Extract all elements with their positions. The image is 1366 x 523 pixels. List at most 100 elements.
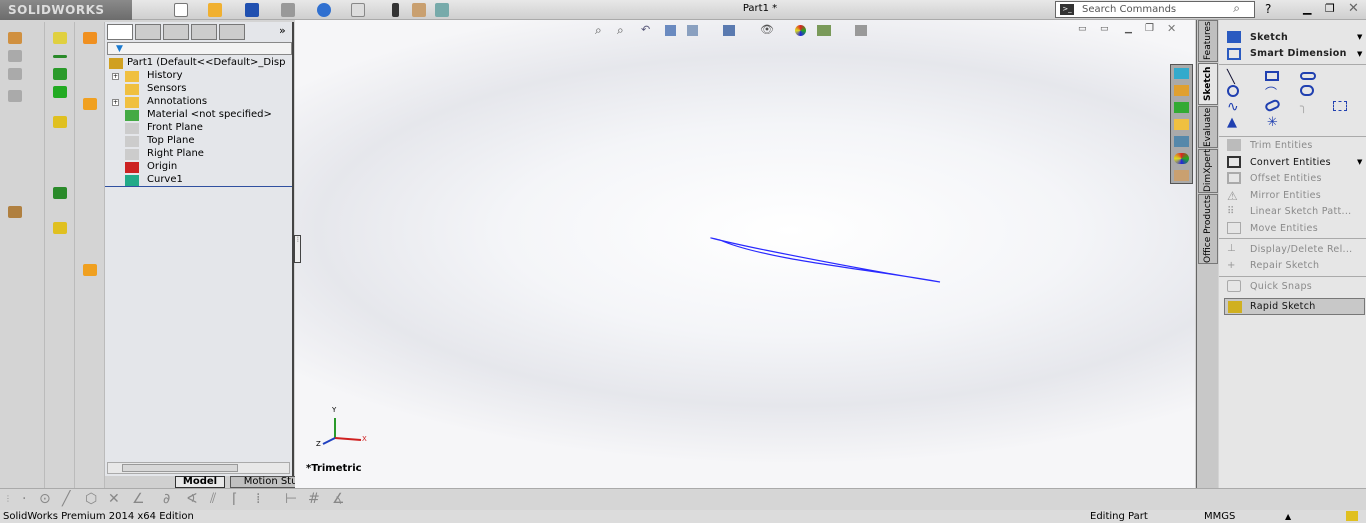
tree-node[interactable]: Annotations (147, 96, 207, 107)
mate-icon[interactable] (53, 116, 67, 128)
display-style-icon[interactable] (723, 25, 735, 36)
custom-properties-icon[interactable] (1174, 170, 1189, 181)
sketch-button[interactable]: Sketch (1250, 32, 1288, 43)
smart-dimension-button[interactable]: Smart Dimension (1250, 48, 1347, 59)
file-explorer-icon[interactable] (1174, 119, 1189, 130)
chevron-up-icon[interactable]: ▲ (1285, 510, 1291, 523)
rapid-sketch-button[interactable]: Rapid Sketch (1224, 298, 1365, 315)
file-properties-icon[interactable] (412, 3, 426, 17)
sketch-text-box-icon[interactable] (1333, 101, 1347, 111)
quick-snaps-button[interactable]: Quick Snaps (1250, 281, 1312, 292)
tab-property-manager[interactable] (135, 24, 161, 40)
graphics-area[interactable]: Y X Z *Trimetric ⌕ ⌕ ↶ 👁 ▭ ▭ ▁ ❐ ✕ (295, 20, 1195, 488)
tab-sketch[interactable]: Sketch (1198, 63, 1218, 105)
tab-dimxpert-manager[interactable] (191, 24, 217, 40)
horizontal-dimension-icon[interactable]: ⊢ (285, 492, 297, 506)
tree-node[interactable]: Curve1 (147, 174, 183, 185)
line-icon[interactable]: ╲ (1227, 70, 1235, 85)
expand-icon[interactable]: + (112, 99, 119, 106)
new-icon[interactable] (174, 3, 188, 17)
surface-offset-icon[interactable] (83, 98, 97, 110)
section-view-icon[interactable] (665, 25, 676, 36)
design-library-icon[interactable] (1174, 102, 1189, 113)
previous-view-icon[interactable]: ↶ (641, 23, 650, 36)
toolbar-grip[interactable]: ⋮ (4, 492, 12, 506)
mirror-entities-button[interactable]: Mirror Entities (1250, 190, 1321, 201)
select-icon[interactable] (351, 3, 365, 17)
circle-icon[interactable] (1227, 85, 1239, 97)
extrude-icon[interactable] (8, 32, 22, 44)
perpendicular-icon[interactable]: ∢ (186, 492, 198, 506)
repair-sketch-button[interactable]: Repair Sketch (1250, 260, 1319, 271)
minimize-icon[interactable]: ▁ (1303, 2, 1311, 15)
tree-node[interactable]: Origin (147, 161, 177, 172)
move-entities-button[interactable]: Move Entities (1250, 223, 1318, 234)
tab-display-manager[interactable] (219, 24, 245, 40)
doc-restore-icon[interactable]: ❐ (1145, 23, 1154, 34)
chevron-down-icon[interactable]: ▼ (1357, 33, 1362, 41)
point-icon[interactable]: · (22, 492, 26, 506)
circle-icon[interactable]: ⊙ (39, 492, 51, 506)
split-view-icon[interactable]: ▭ (1078, 24, 1087, 34)
rebuild-icon[interactable] (392, 3, 399, 17)
view-palette-icon[interactable] (1174, 136, 1189, 147)
tab-dimxpert[interactable]: DimXpert (1198, 149, 1218, 193)
undo-icon[interactable] (317, 3, 331, 17)
trim-icon[interactable]: ✕ (108, 492, 120, 506)
doc-close-icon[interactable]: ✕ (1167, 22, 1176, 35)
point-icon[interactable]: ✳ (1267, 115, 1278, 130)
chevron-down-icon[interactable]: ▼ (1357, 50, 1362, 58)
offset-entities-button[interactable]: Offset Entities (1250, 173, 1322, 184)
tree-node[interactable]: Sensors (147, 83, 187, 94)
solidworks-resources-icon[interactable] (1174, 68, 1189, 79)
chevron-down-icon[interactable]: ▼ (1357, 158, 1362, 166)
linear-sketch-pattern-button[interactable]: Linear Sketch Patt... (1250, 206, 1352, 217)
view-orientation-icon[interactable] (687, 25, 698, 36)
view-settings-icon[interactable] (855, 25, 867, 36)
rollback-bar[interactable] (105, 186, 292, 187)
vertical-icon[interactable]: ⁞ (256, 492, 260, 506)
polygon-icon[interactable] (1300, 85, 1314, 96)
tree-node[interactable]: Front Plane (147, 122, 203, 133)
options-icon[interactable] (435, 3, 449, 17)
tab-feature-manager[interactable] (107, 24, 133, 40)
tab-configuration-manager[interactable] (163, 24, 189, 40)
plane-icon[interactable] (53, 32, 67, 44)
expand-more-icon[interactable]: » (279, 24, 286, 37)
tree-horizontal-scrollbar[interactable] (107, 462, 290, 474)
open-icon[interactable] (208, 3, 222, 17)
sweep-icon[interactable] (8, 68, 22, 80)
surface-fill-icon[interactable] (83, 264, 97, 276)
appearances-icon[interactable] (1174, 153, 1189, 164)
tree-node[interactable]: Top Plane (147, 135, 194, 146)
rectangle-icon[interactable] (1265, 71, 1279, 81)
print-icon[interactable] (281, 3, 295, 17)
restore-icon[interactable]: ❐ (1325, 2, 1335, 15)
tab-model[interactable]: Model (175, 476, 225, 488)
display-delete-relations-button[interactable]: Display/Delete Rel... (1250, 244, 1352, 255)
polygon-icon[interactable]: ⬡ (85, 492, 97, 506)
fillet-icon[interactable]: ╮ (1300, 99, 1307, 113)
tab-features[interactable]: Features (1198, 20, 1218, 62)
grid-icon[interactable]: # (308, 492, 320, 506)
slot-icon[interactable] (1300, 72, 1316, 80)
convert-entities-button[interactable]: Convert Entities (1250, 157, 1331, 168)
expand-icon[interactable]: + (112, 73, 119, 80)
tab-evaluate[interactable]: Evaluate (1198, 106, 1218, 148)
line-icon[interactable]: ╱ (62, 492, 70, 506)
search-input[interactable]: >_ ⌕ Search Commands (1055, 1, 1255, 18)
tree-node[interactable]: Right Plane (147, 148, 204, 159)
trim-entities-button[interactable]: Trim Entities (1250, 140, 1313, 151)
zoom-to-fit-icon[interactable]: ⌕ (595, 23, 602, 38)
tree-node[interactable]: Material <not specified> (147, 109, 272, 120)
angle-line-icon[interactable]: ∠ (132, 492, 145, 506)
rebuild-status-icon[interactable] (1346, 511, 1358, 521)
text-icon[interactable]: ▲ (1227, 115, 1237, 130)
curve-tool-icon[interactable] (53, 187, 67, 199)
loft-icon[interactable] (8, 90, 22, 102)
save-icon[interactable] (245, 3, 259, 17)
doc-minimize-icon[interactable]: ▁ (1125, 24, 1132, 34)
reference-icon[interactable] (8, 206, 22, 218)
zoom-area-icon[interactable]: ⌕ (617, 23, 624, 38)
close-icon[interactable]: ✕ (1348, 1, 1359, 16)
